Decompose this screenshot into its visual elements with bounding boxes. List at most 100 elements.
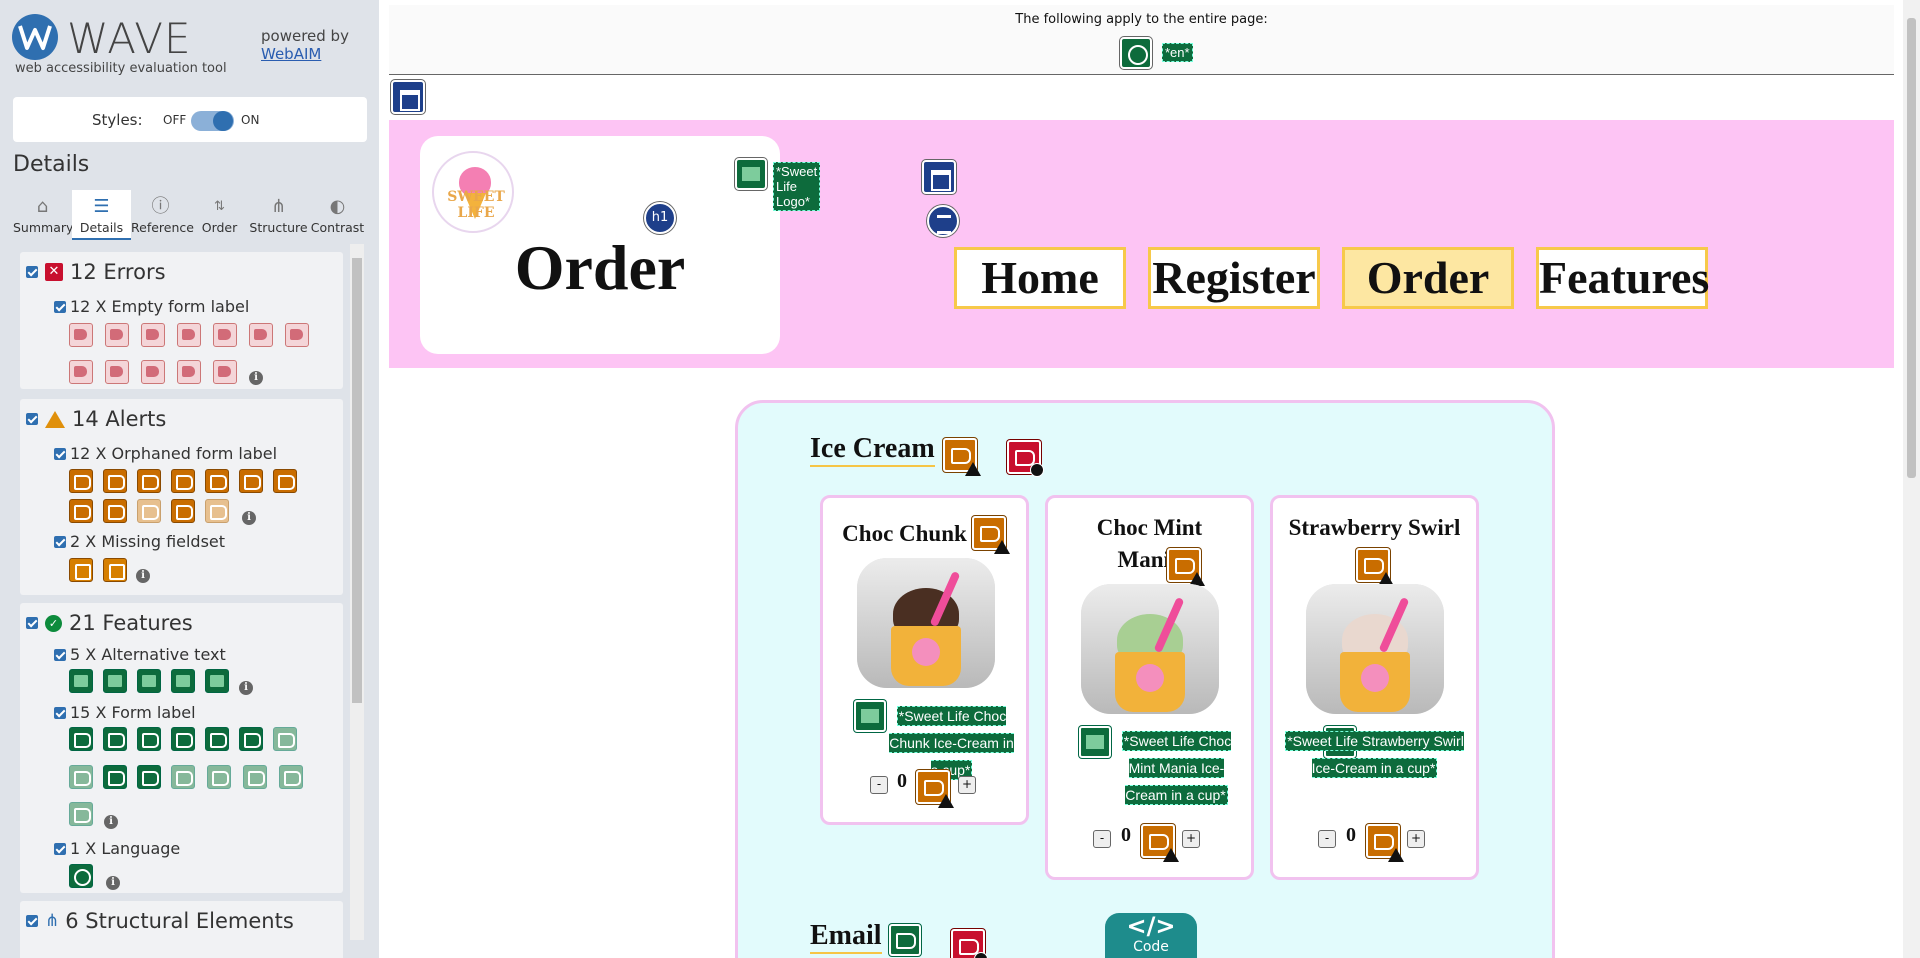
- quantity-value[interactable]: 0: [897, 770, 907, 793]
- orphaned-label-icon[interactable]: [171, 469, 195, 493]
- orphaned-label-icon[interactable]: [205, 469, 229, 493]
- orphaned-label-icon[interactable]: [916, 770, 954, 808]
- code-button[interactable]: </> Code: [1105, 913, 1197, 958]
- tab-details[interactable]: ☰ Details: [72, 190, 131, 240]
- orphaned-label-icon[interactable]: [137, 469, 161, 493]
- orphaned-label-icon[interactable]: [69, 499, 93, 523]
- empty-label-error-icon[interactable]: [141, 323, 165, 347]
- sidebar-scrollbar[interactable]: [350, 244, 364, 940]
- orphaned-label-checkbox[interactable]: [54, 447, 66, 460]
- missing-fieldset-icon[interactable]: [103, 558, 127, 582]
- missing-fieldset-checkbox[interactable]: [54, 535, 66, 548]
- alt-text-icon[interactable]: [205, 669, 229, 693]
- orphaned-label-icon[interactable]: [103, 499, 127, 523]
- info-icon[interactable]: i: [239, 681, 253, 695]
- orphaned-label-icon[interactable]: [239, 469, 263, 493]
- empty-label-error-icon[interactable]: [177, 323, 201, 347]
- tab-structure[interactable]: ⋔ Structure: [249, 190, 308, 240]
- nav-home[interactable]: Home: [954, 247, 1126, 309]
- empty-label-error-icon[interactable]: [1007, 440, 1044, 477]
- form-label-icon[interactable]: [69, 802, 93, 826]
- nav-register[interactable]: Register: [1148, 247, 1320, 309]
- orphaned-label-icon[interactable]: [171, 499, 195, 523]
- empty-form-label-checkbox[interactable]: [54, 300, 66, 313]
- form-label-icon[interactable]: [243, 765, 267, 789]
- form-label-icon[interactable]: [239, 727, 263, 751]
- features-checkbox[interactable]: [26, 617, 38, 629]
- alt-text-icon[interactable]: [137, 669, 161, 693]
- empty-label-error-icon[interactable]: [951, 929, 988, 958]
- orphaned-label-icon[interactable]: [943, 438, 981, 476]
- form-label-icon[interactable]: [171, 765, 195, 789]
- decrement-button[interactable]: -: [1093, 830, 1111, 848]
- errors-checkbox[interactable]: [26, 266, 38, 278]
- alerts-checkbox[interactable]: [26, 413, 38, 425]
- orphaned-label-icon[interactable]: [972, 516, 1010, 554]
- tab-reference[interactable]: ⓘ Reference: [131, 190, 194, 240]
- info-icon[interactable]: i: [242, 511, 256, 525]
- empty-label-error-icon[interactable]: [249, 323, 273, 347]
- alt-text-checkbox[interactable]: [54, 648, 66, 661]
- decrement-button[interactable]: -: [870, 776, 888, 794]
- increment-button[interactable]: +: [1182, 830, 1200, 848]
- orphaned-label-icon[interactable]: [1167, 548, 1205, 586]
- increment-button[interactable]: +: [1407, 830, 1425, 848]
- orphaned-label-icon[interactable]: [273, 469, 297, 493]
- structural-checkbox[interactable]: [26, 915, 38, 927]
- alt-text-icon[interactable]: [171, 669, 195, 693]
- form-label-icon[interactable]: [207, 765, 231, 789]
- empty-label-error-icon[interactable]: [69, 323, 93, 347]
- unordered-list-icon[interactable]: [927, 205, 959, 237]
- orphaned-label-icon[interactable]: [137, 499, 161, 523]
- navigation-region-icon[interactable]: [922, 160, 956, 194]
- orphaned-label-icon[interactable]: [1366, 824, 1404, 862]
- info-icon[interactable]: i: [136, 569, 150, 583]
- orphaned-label-icon[interactable]: [1356, 548, 1394, 586]
- info-icon[interactable]: i: [249, 371, 263, 385]
- image-alt-icon[interactable]: [735, 158, 767, 190]
- empty-label-error-icon[interactable]: [177, 360, 201, 384]
- page-scroll-thumb[interactable]: [1907, 18, 1916, 478]
- empty-label-error-icon[interactable]: [285, 323, 309, 347]
- empty-label-error-icon[interactable]: [105, 323, 129, 347]
- empty-label-error-icon[interactable]: [69, 360, 93, 384]
- form-label-icon[interactable]: [69, 727, 93, 751]
- alt-text-icon[interactable]: [103, 669, 127, 693]
- empty-label-error-icon[interactable]: [105, 360, 129, 384]
- quantity-value[interactable]: 0: [1346, 824, 1356, 847]
- nav-features[interactable]: Features: [1536, 247, 1709, 309]
- language-globe-icon[interactable]: [1120, 37, 1152, 69]
- webaim-link[interactable]: WebAIM: [261, 45, 321, 63]
- orphaned-label-icon[interactable]: [103, 469, 127, 493]
- form-label-icon[interactable]: [137, 765, 161, 789]
- form-label-icon[interactable]: [137, 727, 161, 751]
- header-region-icon[interactable]: [391, 80, 425, 114]
- orphaned-label-icon[interactable]: [1141, 824, 1179, 862]
- alt-text-icon[interactable]: [69, 669, 93, 693]
- increment-button[interactable]: +: [958, 776, 976, 794]
- form-label-icon[interactable]: [205, 727, 229, 751]
- styles-toggle[interactable]: [191, 111, 234, 131]
- info-icon[interactable]: i: [106, 876, 120, 890]
- nav-order[interactable]: Order: [1342, 247, 1514, 309]
- language-globe-icon[interactable]: [69, 864, 93, 888]
- orphaned-label-icon[interactable]: [69, 469, 93, 493]
- form-label-icon[interactable]: [69, 765, 93, 789]
- sidebar-scroll-thumb[interactable]: [352, 258, 362, 703]
- empty-label-error-icon[interactable]: [213, 360, 237, 384]
- language-checkbox[interactable]: [54, 842, 66, 855]
- quantity-value[interactable]: 0: [1121, 824, 1131, 847]
- empty-label-error-icon[interactable]: [213, 323, 237, 347]
- page-scrollbar[interactable]: [1903, 0, 1920, 958]
- h1-icon[interactable]: h1: [644, 202, 676, 234]
- tab-summary[interactable]: ⌂ Summary: [13, 190, 73, 240]
- form-label-checkbox[interactable]: [54, 706, 66, 719]
- form-label-icon[interactable]: [889, 924, 921, 956]
- empty-label-error-icon[interactable]: [141, 360, 165, 384]
- form-label-icon[interactable]: [279, 765, 303, 789]
- tab-contrast[interactable]: ◐ Contrast: [308, 190, 367, 240]
- missing-fieldset-icon[interactable]: [69, 558, 93, 582]
- info-icon[interactable]: i: [104, 815, 118, 829]
- decrement-button[interactable]: -: [1318, 830, 1336, 848]
- tab-order[interactable]: ⇅ Order: [190, 190, 249, 240]
